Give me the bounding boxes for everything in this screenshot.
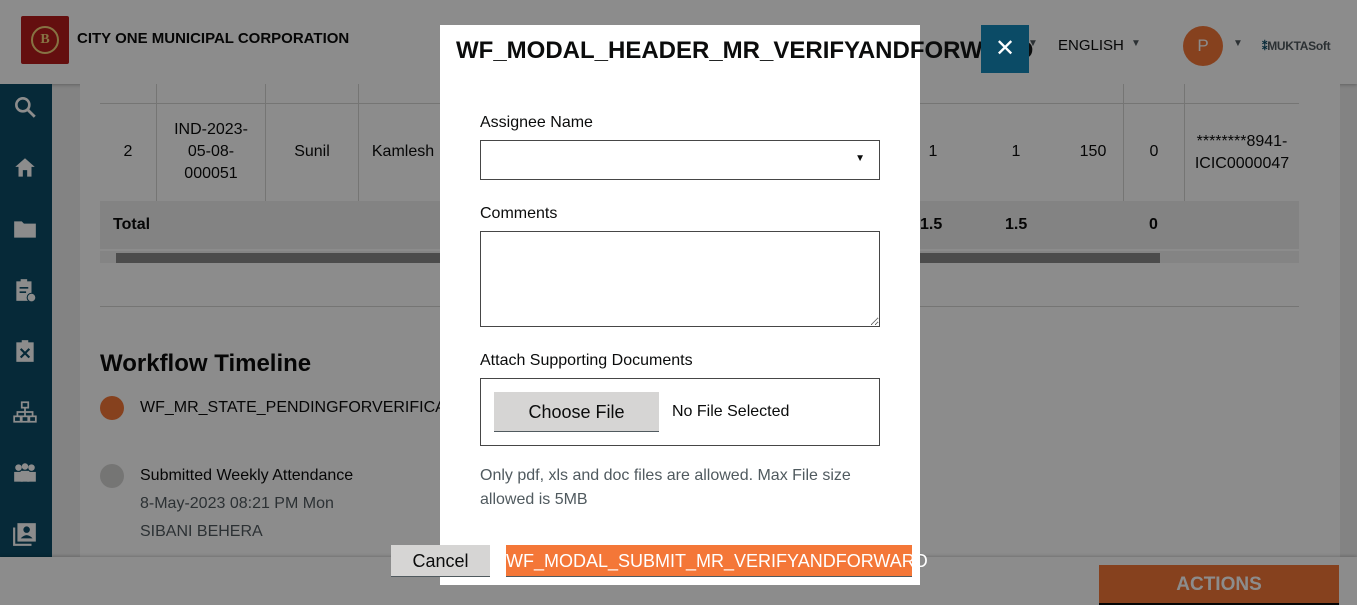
attach-label: Attach Supporting Documents [480, 352, 693, 369]
modal-title: WF_MODAL_HEADER_MR_VERIFYANDFORWARD [456, 37, 1034, 64]
file-upload-box: Choose File No File Selected [480, 378, 880, 446]
assignee-label: Assignee Name [480, 114, 593, 131]
verify-forward-modal: WF_MODAL_HEADER_MR_VERIFYANDFORWARD Assi… [440, 25, 1033, 585]
comments-field[interactable] [480, 231, 880, 327]
comments-label: Comments [480, 205, 558, 222]
no-file-text: No File Selected [672, 403, 790, 420]
close-icon[interactable]: ✕ [981, 25, 1029, 73]
upload-hint: Only pdf, xls and doc files are allowed.… [480, 467, 851, 508]
submit-button[interactable]: WF_MODAL_SUBMIT_MR_VERIFYANDFORWARD [506, 545, 928, 577]
assignee-dropdown[interactable]: ▼ [480, 140, 880, 180]
choose-file-button[interactable]: Choose File [494, 392, 659, 432]
cancel-button[interactable]: Cancel [391, 545, 490, 577]
chevron-down-icon: ▼ [855, 153, 865, 164]
